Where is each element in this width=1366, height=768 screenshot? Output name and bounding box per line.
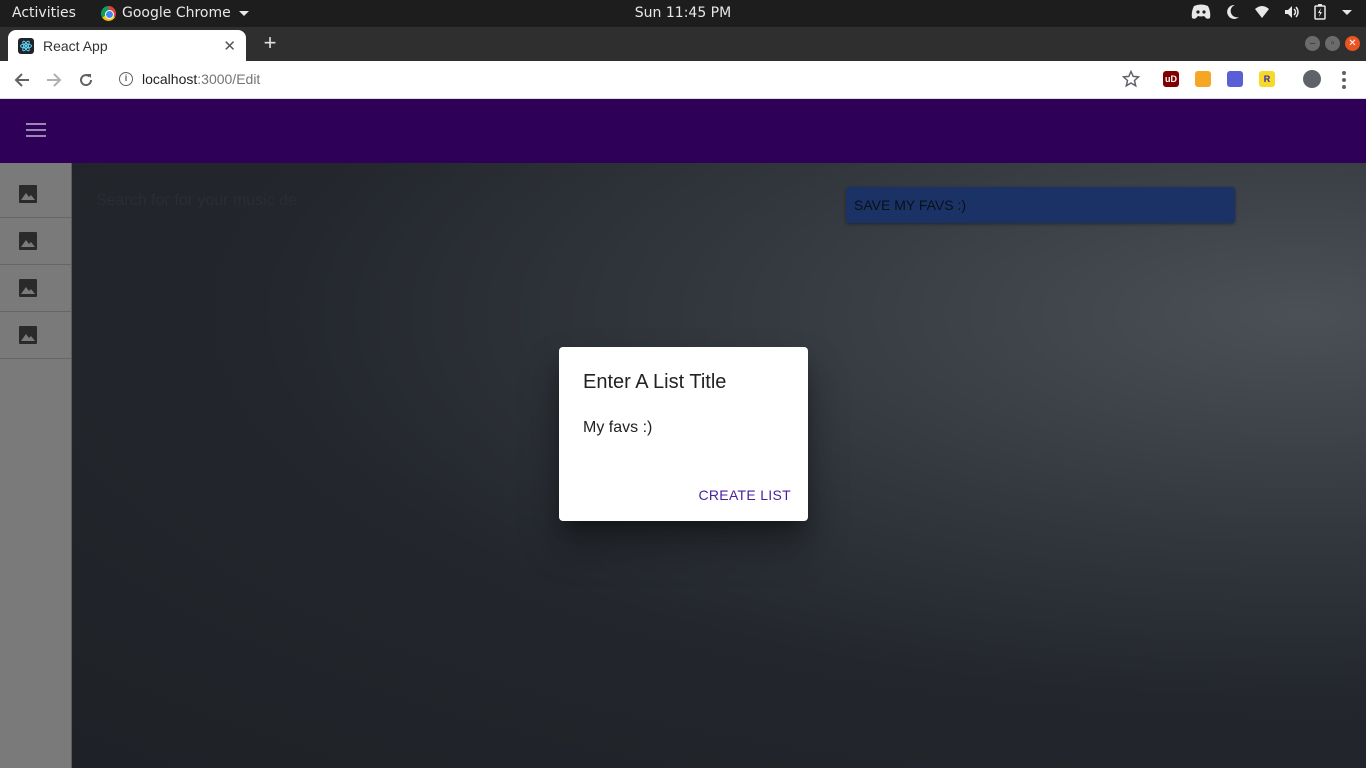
system-tray[interactable] (1190, 4, 1352, 20)
app-menu-label: Google Chrome (122, 5, 231, 21)
bookmark-star-icon[interactable] (1122, 70, 1140, 88)
chrome-icon (101, 5, 116, 21)
url-path: :3000/Edit (197, 71, 261, 87)
image-icon (19, 279, 37, 297)
minimize-icon[interactable]: – (1305, 36, 1320, 51)
reader-icon[interactable] (1227, 71, 1243, 87)
sidebar-item-3[interactable] (0, 265, 71, 312)
app-menu[interactable]: Google Chrome (101, 5, 249, 21)
profile-avatar-icon[interactable] (1303, 70, 1321, 88)
tray-caret-icon[interactable] (1342, 9, 1352, 15)
dialog-title: Enter A List Title (583, 371, 727, 393)
app-bar (0, 99, 1366, 163)
image-icon (19, 185, 37, 203)
tab-title: React App (43, 37, 108, 54)
reload-icon[interactable] (76, 70, 96, 90)
save-favs-button[interactable]: SAVE MY FAVS :) (846, 187, 1235, 223)
r-extension-icon[interactable]: R (1259, 71, 1275, 87)
honey-icon[interactable] (1195, 71, 1211, 87)
sidebar-item-1[interactable] (0, 171, 71, 218)
sidebar (0, 163, 72, 768)
window-controls: – ▫ ✕ (1305, 36, 1360, 51)
react-icon (18, 37, 34, 54)
browser-toolbar: i localhost:3000/Edit uD R (0, 61, 1366, 99)
list-title-input[interactable]: My favs :) (583, 419, 652, 437)
forward-icon[interactable] (44, 70, 64, 90)
site-info-icon[interactable]: i (119, 72, 133, 86)
ublock-icon[interactable]: uD (1163, 71, 1179, 87)
image-icon (19, 232, 37, 250)
battery-icon[interactable] (1314, 4, 1326, 20)
tab-strip: React App ✕ + – ▫ ✕ (0, 27, 1366, 61)
sidebar-item-4[interactable] (0, 312, 71, 359)
tab-react-app[interactable]: React App ✕ (8, 30, 246, 61)
discord-icon[interactable] (1190, 4, 1212, 20)
os-top-bar: Activities Google Chrome Sun 11:45 PM (0, 0, 1366, 27)
close-window-icon[interactable]: ✕ (1345, 36, 1360, 51)
volume-icon[interactable] (1284, 5, 1300, 19)
list-title-dialog: Enter A List Title My favs :) CREATE LIS… (559, 347, 808, 521)
tab-close-icon[interactable]: ✕ (223, 37, 236, 55)
hamburger-menu-icon[interactable] (26, 123, 46, 137)
search-input[interactable]: Search for for your music de (96, 192, 297, 210)
url-host: localhost (142, 71, 198, 87)
create-list-button[interactable]: CREATE LIST (698, 487, 791, 503)
wifi-icon[interactable] (1254, 5, 1270, 19)
new-tab-button[interactable]: + (259, 32, 281, 55)
back-icon[interactable] (12, 70, 32, 90)
activities-button[interactable]: Activities (12, 5, 76, 21)
chrome-menu-icon[interactable] (1342, 71, 1346, 89)
caret-down-icon (238, 10, 249, 16)
night-light-icon[interactable] (1226, 4, 1240, 20)
sidebar-item-2[interactable] (0, 218, 71, 265)
maximize-icon[interactable]: ▫ (1325, 36, 1340, 51)
image-icon (19, 326, 37, 344)
address-bar[interactable]: localhost:3000/Edit (142, 71, 260, 87)
